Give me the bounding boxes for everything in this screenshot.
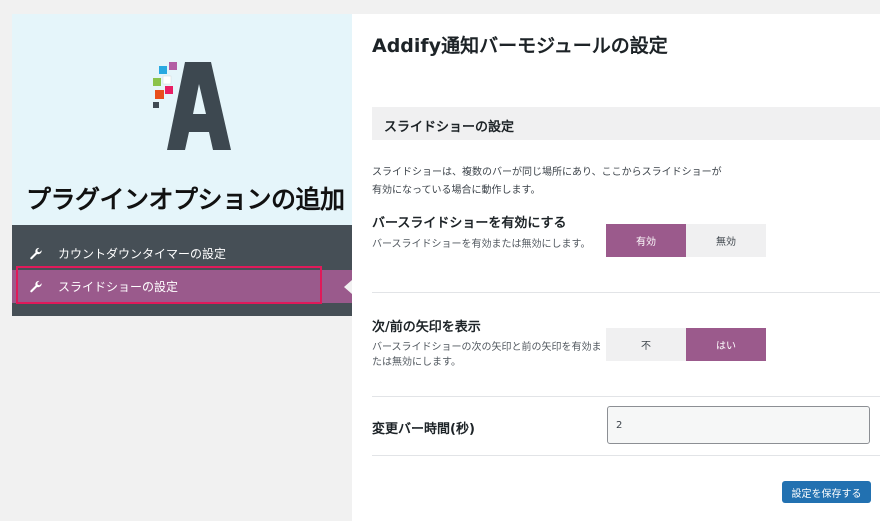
- enable-slideshow-description: バースライドショーを有効または無効にします。: [372, 239, 591, 250]
- plugin-sidebar: プラグインオプションの追加 カウントダウンタイマーの設定 スライドショーの設定: [12, 14, 352, 316]
- divider: [372, 455, 880, 456]
- divider: [372, 396, 880, 397]
- divider: [372, 292, 880, 293]
- bar-change-time-label: 変更バー時間(秒): [372, 422, 475, 437]
- enable-slideshow-label: バースライドショーを有効にする: [372, 216, 567, 231]
- enable-slideshow-toggle: 有効 無効: [606, 224, 766, 257]
- bar-change-time-input[interactable]: [607, 406, 870, 444]
- show-arrows-toggle: 不 はい: [606, 328, 766, 361]
- section-header: スライドショーの設定: [372, 107, 880, 140]
- wrench-icon: [28, 279, 44, 295]
- wrench-icon: [28, 246, 44, 262]
- active-caret: [344, 280, 352, 294]
- save-settings-button[interactable]: 設定を保存する: [782, 481, 871, 503]
- no-option[interactable]: 不: [606, 328, 686, 361]
- sidebar-title: プラグインオプションの追加: [26, 185, 345, 214]
- section-description: スライドショーは、複数のバーが同じ場所にあり、ここからスライドショーが 有効にな…: [372, 167, 722, 196]
- enable-option[interactable]: 有効: [606, 224, 686, 257]
- sidebar-item-slideshow[interactable]: スライドショーの設定: [12, 270, 352, 303]
- sidebar-item-label: スライドショーの設定: [58, 280, 179, 294]
- show-arrows-label: 次/前の矢印を表示: [372, 320, 481, 335]
- disable-option[interactable]: 無効: [686, 224, 766, 257]
- sidebar-item-countdown-timer[interactable]: カウントダウンタイマーの設定: [12, 237, 352, 270]
- sidebar-item-label: カウントダウンタイマーの設定: [58, 247, 227, 261]
- page-title: Addify通知バーモジュールの設定: [372, 35, 668, 57]
- show-arrows-description: バースライドショーの次の矢印と前の矢印を有効または無効にします。: [372, 342, 602, 368]
- sidebar-menu: カウントダウンタイマーの設定 スライドショーの設定: [12, 225, 352, 316]
- addify-logo-icon: [153, 62, 231, 150]
- settings-panel: Addify通知バーモジュールの設定 スライドショーの設定 スライドショーは、複…: [352, 14, 880, 521]
- yes-option[interactable]: はい: [686, 328, 766, 361]
